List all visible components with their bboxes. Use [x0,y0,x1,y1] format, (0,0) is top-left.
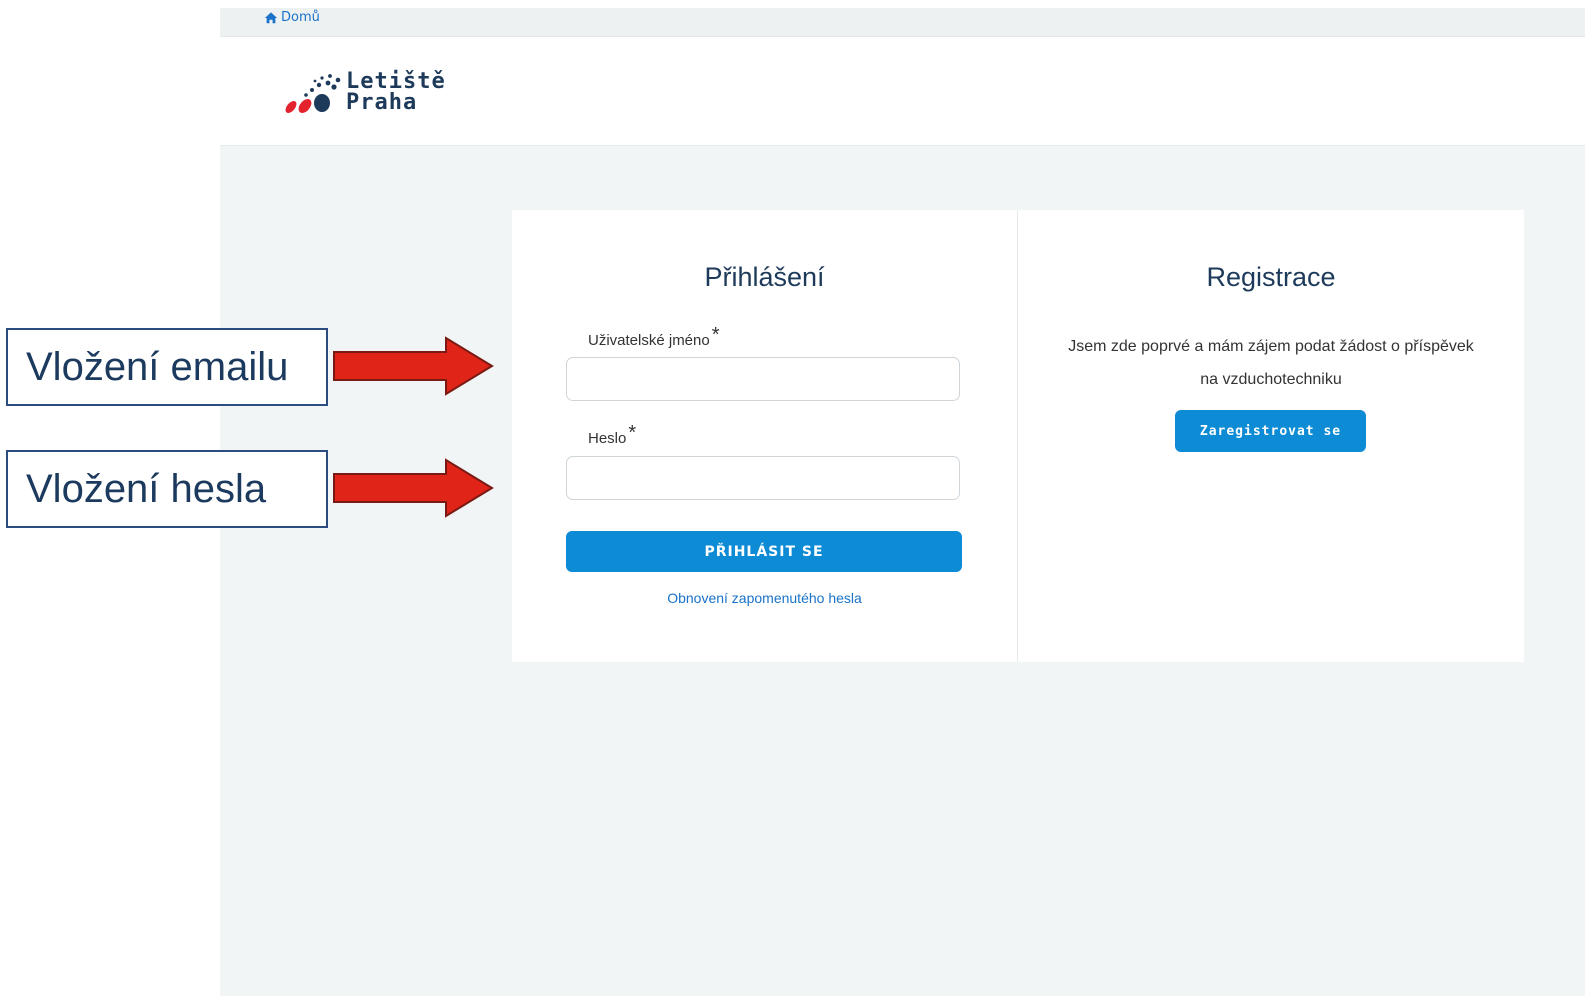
auth-card: Přihlášení Uživatelské jméno * Heslo * PŘI… [512,210,1524,662]
username-required-marker: * [711,324,720,346]
email-callout-text: Vložení emailu [26,344,289,389]
registration-title: Registrace [1206,262,1336,292]
login-title: Přihlášení [704,262,825,292]
password-label: Heslo * [588,422,636,449]
breadcrumb-home-link[interactable]: Domů [264,10,320,25]
site-header: Letiště Praha [220,37,1585,146]
password-callout-box: Vložení hesla [6,450,328,528]
breadcrumb-home-label: Domů [281,10,320,25]
logo-line-2: Praha [346,90,418,115]
register-button[interactable]: Zaregistrovat se [1175,410,1366,452]
login-button[interactable]: PŘIHLÁSIT SE [566,531,962,572]
login-panel: Přihlášení Uživatelské jméno * Heslo * PŘI… [512,210,1017,662]
right-arrow-icon [333,458,494,518]
home-icon [264,11,278,23]
password-required-marker: * [628,422,637,444]
site-logo[interactable]: Letiště Praha [282,69,446,115]
registration-panel: Registrace Jsem zde poprvé a mám zájem p… [1018,210,1524,662]
email-callout-box: Vložení emailu [6,328,328,406]
letiste-praha-logo-icon [285,74,341,113]
logo-wordmark: Letiště Praha [346,69,446,115]
username-label-text: Uživatelské jméno [588,332,710,349]
logo-line-1: Letiště [346,69,446,94]
password-input[interactable] [566,456,960,500]
username-input[interactable] [566,357,960,401]
password-callout-text: Vložení hesla [26,466,267,511]
password-label-text: Heslo [588,430,627,447]
registration-description: Jsem zde poprvé a mám zájem podat žádost… [1068,338,1474,388]
username-label: Uživatelské jméno * [588,324,720,351]
breadcrumb-bar: Domů [220,8,1585,37]
right-arrow-icon [333,336,494,396]
forgot-password-link[interactable]: Obnovení zapomenutého hesla [512,590,1017,606]
